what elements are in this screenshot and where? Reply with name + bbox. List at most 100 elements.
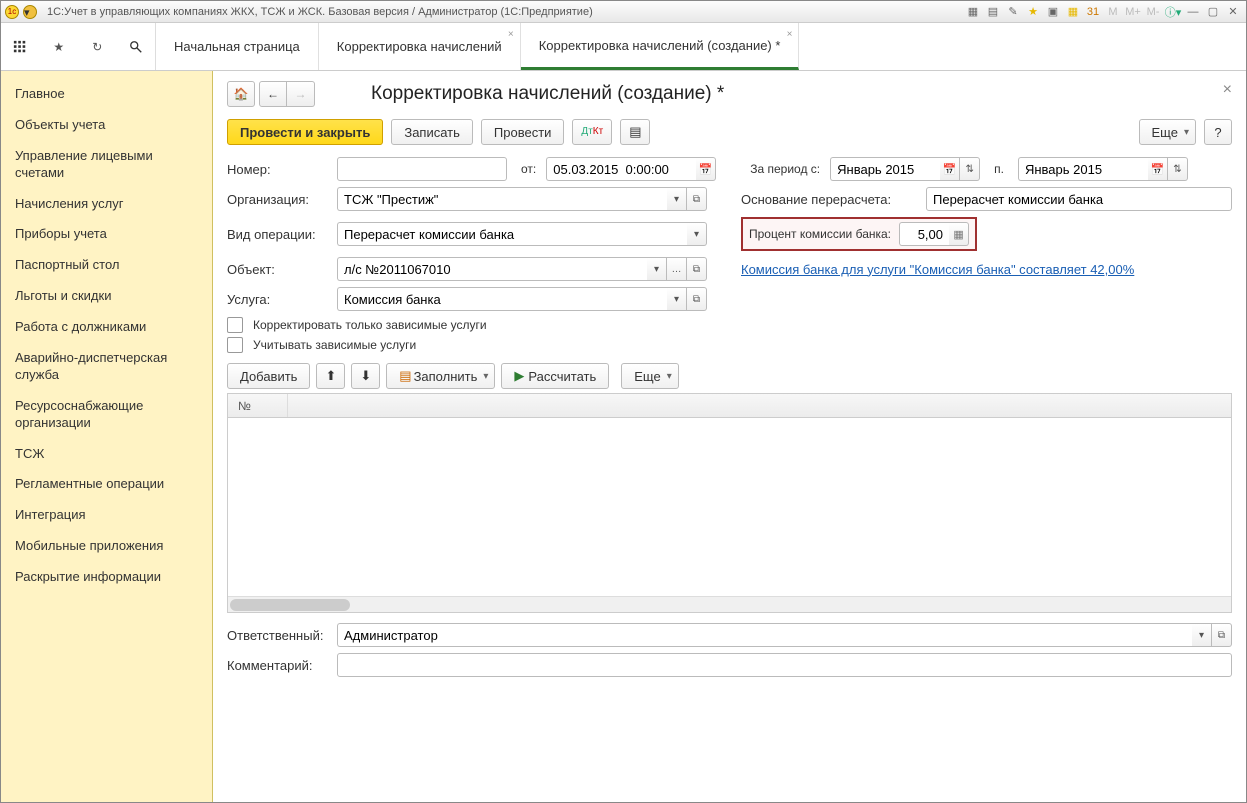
tab-close-icon[interactable]: × <box>508 29 514 40</box>
history-icon[interactable]: ↻ <box>87 37 107 57</box>
table-body[interactable] <box>228 418 1231 596</box>
post-button[interactable]: Провести <box>481 119 565 145</box>
calc-icon[interactable]: ▦ <box>949 222 969 246</box>
tb-tool-5[interactable]: ▣ <box>1044 4 1062 20</box>
optype-input[interactable] <box>337 222 687 246</box>
ellipsis-icon[interactable]: … <box>667 257 687 281</box>
calendar-icon[interactable]: 📅 <box>696 157 716 181</box>
sidebar-item-main[interactable]: Главное <box>1 79 212 110</box>
open-icon[interactable]: ⧉ <box>687 187 707 211</box>
calendar-icon[interactable]: 📅 <box>940 157 960 181</box>
commission-link[interactable]: Комиссия банка для услуги "Комиссия банк… <box>741 262 1134 277</box>
period-from-input[interactable] <box>830 157 940 181</box>
tb-tool-1[interactable]: ▦ <box>964 4 982 20</box>
open-icon[interactable]: ⧉ <box>687 257 707 281</box>
service-label: Услуга: <box>227 292 327 307</box>
open-icon[interactable]: ⧉ <box>1212 623 1232 647</box>
period-from-label: За период с: <box>750 162 820 176</box>
tab-correction-new[interactable]: Корректировка начислений (создание) *× <box>521 23 800 70</box>
tb-info-icon[interactable]: ⓘ▾ <box>1164 4 1182 20</box>
post-and-close-button[interactable]: Провести и закрыть <box>227 119 383 145</box>
comment-label: Комментарий: <box>227 658 327 673</box>
move-down-button[interactable]: ⬇ <box>351 363 380 389</box>
star-icon[interactable]: ★ <box>49 37 69 57</box>
sidebar-item-charges[interactable]: Начисления услуг <box>1 189 212 220</box>
dropdown-icon[interactable]: ▾ <box>23 5 37 19</box>
move-up-button[interactable]: ⬆ <box>316 363 345 389</box>
tb-mminus[interactable]: M- <box>1144 4 1162 20</box>
dropdown-icon[interactable]: ▾ <box>667 187 687 211</box>
correct-dep-checkbox[interactable] <box>227 317 243 333</box>
comment-input[interactable] <box>337 653 1232 677</box>
sidebar-item-integration[interactable]: Интеграция <box>1 500 212 531</box>
back-button[interactable]: ← <box>259 81 287 107</box>
sidebar-item-passport[interactable]: Паспортный стол <box>1 250 212 281</box>
sidebar-item-emergency[interactable]: Аварийно-диспетчерская служба <box>1 343 212 391</box>
object-input[interactable] <box>337 257 647 281</box>
sidebar: Главное Объекты учета Управление лицевым… <box>1 71 213 802</box>
service-input[interactable] <box>337 287 667 311</box>
report-button[interactable]: ▤ <box>620 119 650 145</box>
sidebar-item-debtors[interactable]: Работа с должниками <box>1 312 212 343</box>
sidebar-item-objects[interactable]: Объекты учета <box>1 110 212 141</box>
minimize-button[interactable]: — <box>1184 4 1202 20</box>
sidebar-item-discounts[interactable]: Льготы и скидки <box>1 281 212 312</box>
dropdown-icon[interactable]: ▾ <box>647 257 667 281</box>
main-content: × 🏠 ← → Корректировка начислений (создан… <box>213 71 1246 802</box>
tb-mplus[interactable]: M+ <box>1124 4 1142 20</box>
apps-icon[interactable] <box>10 37 30 57</box>
date-input[interactable] <box>546 157 696 181</box>
tb-tool-2[interactable]: ▤ <box>984 4 1002 20</box>
search-icon[interactable] <box>126 37 146 57</box>
tb-calendar-icon[interactable]: 31 <box>1084 4 1102 20</box>
dropdown-icon[interactable]: ▾ <box>1192 623 1212 647</box>
help-button[interactable]: ? <box>1204 119 1232 145</box>
sidebar-item-routine[interactable]: Регламентные операции <box>1 469 212 500</box>
tb-m[interactable]: M <box>1104 4 1122 20</box>
col-number[interactable]: № <box>228 394 288 417</box>
calculate-button[interactable]: ▶Рассчитать <box>501 363 609 389</box>
number-label: Номер: <box>227 162 327 177</box>
h-scrollbar[interactable] <box>228 596 1231 612</box>
page-close-icon[interactable]: × <box>1223 81 1232 99</box>
tab-home[interactable]: Начальная страница <box>156 23 319 70</box>
close-button[interactable]: ✕ <box>1224 4 1242 20</box>
tb-star-icon[interactable]: ★ <box>1024 4 1042 20</box>
write-button[interactable]: Записать <box>391 119 473 145</box>
stepper-icon[interactable]: ⇅ <box>960 157 980 181</box>
more-button[interactable]: Еще <box>1139 119 1196 145</box>
open-icon[interactable]: ⧉ <box>687 287 707 311</box>
org-input[interactable] <box>337 187 667 211</box>
dtkt-button[interactable]: ДтКт <box>572 119 612 145</box>
maximize-button[interactable]: ▢ <box>1204 4 1222 20</box>
tab-close-icon[interactable]: × <box>787 29 793 40</box>
number-input[interactable] <box>337 157 507 181</box>
percent-input[interactable] <box>899 222 949 246</box>
tb-calc-icon[interactable]: ▦ <box>1064 4 1082 20</box>
calendar-icon[interactable]: 📅 <box>1148 157 1168 181</box>
dropdown-icon[interactable]: ▾ <box>667 287 687 311</box>
responsible-input[interactable] <box>337 623 1192 647</box>
sidebar-item-tsj[interactable]: ТСЖ <box>1 439 212 470</box>
sidebar-item-mobile[interactable]: Мобильные приложения <box>1 531 212 562</box>
sidebar-item-resources[interactable]: Ресурсоснабжающие организации <box>1 391 212 439</box>
sidebar-item-accounts[interactable]: Управление лицевыми счетами <box>1 141 212 189</box>
period-to-input[interactable] <box>1018 157 1148 181</box>
app-icon: 1c <box>5 5 19 19</box>
table-more-button[interactable]: Еще <box>621 363 678 389</box>
percent-highlight: Процент комиссии банка: ▦ <box>741 217 977 251</box>
period-to-label: п. <box>994 162 1004 176</box>
fill-button[interactable]: ▤Заполнить <box>386 363 495 389</box>
tb-tool-3[interactable]: ✎ <box>1004 4 1022 20</box>
tab-correction[interactable]: Корректировка начислений× <box>319 23 521 70</box>
home-button[interactable]: 🏠 <box>227 81 255 107</box>
forward-button[interactable]: → <box>287 81 315 107</box>
account-dep-checkbox[interactable] <box>227 337 243 353</box>
basis-input[interactable] <box>926 187 1232 211</box>
sidebar-item-disclosure[interactable]: Раскрытие информации <box>1 562 212 593</box>
add-button[interactable]: Добавить <box>227 363 310 389</box>
object-label: Объект: <box>227 262 327 277</box>
sidebar-item-meters[interactable]: Приборы учета <box>1 219 212 250</box>
stepper-icon[interactable]: ⇅ <box>1168 157 1188 181</box>
dropdown-icon[interactable]: ▾ <box>687 222 707 246</box>
